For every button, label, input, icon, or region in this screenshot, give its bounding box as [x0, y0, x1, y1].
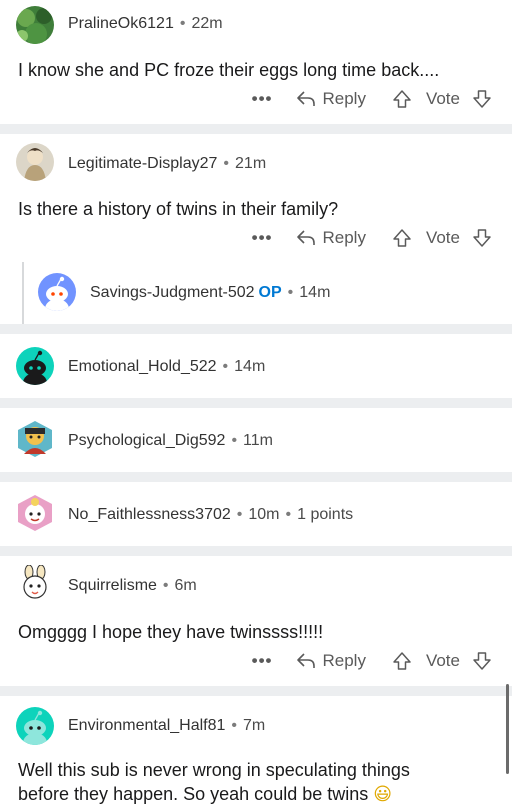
comment-divider: [0, 546, 512, 556]
separator-dot: •: [285, 506, 292, 523]
separator-dot: •: [236, 506, 243, 523]
scrollbar[interactable]: [506, 684, 509, 774]
comment-actions: ••• Reply Vote: [252, 648, 492, 674]
comment-meta: Legitimate-Display27 • 21m: [68, 155, 266, 173]
reply-button[interactable]: Reply: [296, 228, 366, 248]
downvote-arrow-icon[interactable]: [472, 89, 492, 109]
vote-label: Vote: [425, 651, 460, 670]
username[interactable]: PralineOk6121: [68, 15, 174, 32]
more-options-button[interactable]: •••: [252, 651, 273, 671]
timestamp: 10m: [248, 506, 280, 523]
comment-body-line: Well this sub is never wrong in speculat…: [18, 760, 410, 780]
vote-label: Vote: [425, 228, 460, 247]
timestamp: 11m: [243, 432, 273, 449]
reply-arrow-icon: [297, 230, 316, 245]
avatar-emotional-hold-522[interactable]: [16, 347, 54, 385]
timestamp: 22m: [191, 15, 223, 32]
avatar-legitimate-display27[interactable]: [16, 143, 54, 181]
more-options-button[interactable]: •••: [252, 228, 273, 248]
comment-body-line: before they happen. So yeah could be twi…: [18, 782, 410, 807]
username[interactable]: Emotional_Hold_522: [68, 358, 217, 375]
separator-dot: •: [223, 155, 230, 172]
reply-arrow-icon: [297, 653, 316, 668]
comment-body: Well this sub is never wrong in speculat…: [18, 758, 410, 807]
username[interactable]: No_Faithlessness3702: [68, 506, 231, 523]
username[interactable]: Psychological_Dig592: [68, 432, 225, 449]
smiley-emoji: 😃: [373, 784, 393, 805]
comment-8: Environmental_Half81 • 7m Well this sub is…: [0, 696, 512, 807]
comment-meta: PralineOk6121 • 22m: [68, 15, 223, 33]
comment-body-line-text: before they happen. So yeah could be twi…: [18, 784, 369, 804]
comment-4-collapsed[interactable]: Emotional_Hold_522 • 14m: [0, 334, 512, 398]
separator-dot: •: [179, 15, 186, 32]
reply-label: Reply: [322, 89, 366, 108]
comment-divider: [0, 124, 512, 134]
comment-1: PralineOk6121 • 22m I know she and PC froz…: [0, 0, 512, 124]
timestamp: 14m: [299, 284, 331, 301]
upvote-arrow-icon[interactable]: [392, 651, 412, 671]
comment-meta: Squirrelisme • 6m: [68, 577, 197, 595]
vote-control: Vote: [392, 651, 492, 671]
avatar-savings-judgment-502[interactable]: [38, 273, 76, 311]
avatar-no-faithlessness3702[interactable]: [16, 494, 54, 532]
vote-control: Vote: [392, 228, 492, 248]
comment-5-collapsed[interactable]: Psychological_Dig592 • 11m: [0, 408, 512, 472]
reply-label: Reply: [322, 651, 366, 670]
comment-3-reply[interactable]: Savings-Judgment-502 OP • 14m: [0, 264, 512, 324]
op-badge: OP: [258, 284, 282, 301]
comment-meta: Savings-Judgment-502 OP • 14m: [90, 284, 330, 302]
downvote-arrow-icon[interactable]: [472, 651, 492, 671]
timestamp: 6m: [174, 577, 197, 594]
avatar-pralineok6121[interactable]: [16, 6, 54, 44]
username[interactable]: Squirrelisme: [68, 577, 157, 594]
avatar-psychological-dig592[interactable]: [16, 420, 54, 458]
reply-arrow-icon: [297, 91, 316, 106]
comment-actions: ••• Reply Vote: [252, 86, 492, 112]
points-count: 1 points: [297, 506, 354, 523]
comment-divider: [0, 472, 512, 482]
avatar-squirrelisme[interactable]: [16, 565, 54, 603]
comment-body: I know she and PC froze their eggs long …: [18, 60, 440, 80]
username[interactable]: Environmental_Half81: [68, 717, 225, 734]
comment-meta: Emotional_Hold_522 • 14m: [68, 358, 265, 376]
comment-actions: ••• Reply Vote: [252, 225, 492, 251]
comment-divider: [0, 324, 512, 334]
downvote-arrow-icon[interactable]: [472, 228, 492, 248]
comment-meta: Environmental_Half81 • 7m: [68, 717, 265, 735]
upvote-arrow-icon[interactable]: [392, 89, 412, 109]
timestamp: 7m: [243, 717, 266, 734]
username[interactable]: Savings-Judgment-502: [90, 284, 255, 301]
vote-control: Vote: [392, 89, 492, 109]
avatar-environmental-half81[interactable]: [16, 707, 54, 745]
comment-meta: Psychological_Dig592 • 11m: [68, 432, 273, 450]
separator-dot: •: [222, 358, 229, 375]
comment-body: Omgggg I hope they have twinssss!!!!!: [18, 622, 324, 642]
separator-dot: •: [231, 717, 238, 734]
reply-button[interactable]: Reply: [296, 651, 366, 671]
more-options-button[interactable]: •••: [252, 89, 273, 109]
upvote-arrow-icon[interactable]: [392, 228, 412, 248]
reply-label: Reply: [322, 228, 366, 247]
timestamp: 21m: [235, 155, 267, 172]
comment-meta: No_Faithlessness3702 • 10m • 1 points: [68, 506, 353, 524]
separator-dot: •: [287, 284, 294, 301]
username[interactable]: Legitimate-Display27: [68, 155, 217, 172]
separator-dot: •: [162, 577, 169, 594]
vote-label: Vote: [425, 89, 460, 108]
comment-divider: [0, 398, 512, 408]
reply-button[interactable]: Reply: [296, 89, 366, 109]
separator-dot: •: [231, 432, 238, 449]
comment-body: Is there a history of twins in their fam…: [18, 199, 339, 219]
timestamp: 14m: [234, 358, 266, 375]
comment-6-collapsed[interactable]: No_Faithlessness3702 • 10m • 1 points: [0, 482, 512, 546]
comment-7: Squirrelisme • 6m Omgggg I hope they have …: [0, 556, 512, 686]
comment-divider: [0, 686, 512, 696]
comment-2: Legitimate-Display27 • 21m Is there a hist…: [0, 134, 512, 264]
